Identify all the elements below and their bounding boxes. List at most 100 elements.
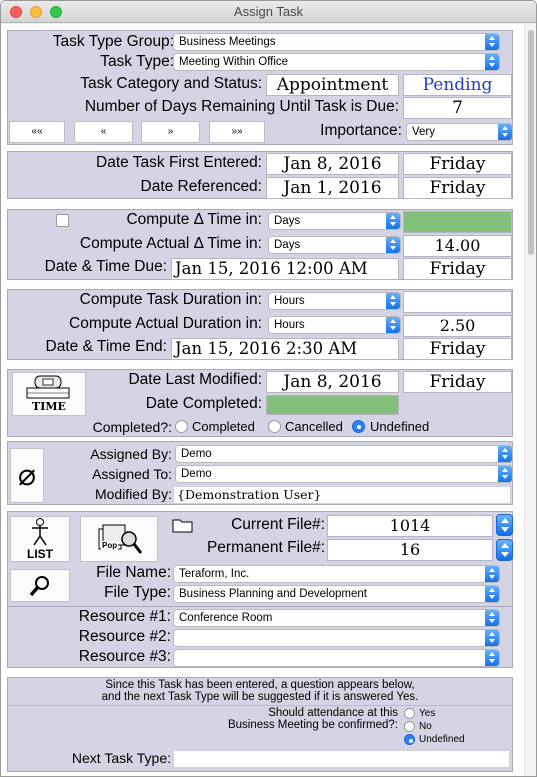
file-type-select[interactable]: Business Planning and Development <box>173 585 500 603</box>
compute-delta-select[interactable]: Days <box>268 212 401 230</box>
compute-delta-checkbox[interactable] <box>56 214 69 227</box>
first-record-button[interactable]: «« <box>9 121 65 143</box>
assigned-to-select[interactable]: Demo <box>175 465 513 483</box>
modified-by-value: {Demonstration User} <box>173 486 511 504</box>
permanent-file-stepper[interactable] <box>496 539 513 561</box>
assigned-to-label: Assigned To: <box>92 466 172 482</box>
next-record-button[interactable]: » <box>141 121 200 143</box>
days-remaining-label: Number of Days Remaining Until Task is D… <box>84 98 399 115</box>
close-button[interactable] <box>10 6 22 18</box>
time-stamp-button[interactable]: TIME <box>12 372 86 416</box>
days-remaining-value: 7 <box>403 97 512 119</box>
importance-value: Very <box>412 126 436 138</box>
followup-divider <box>8 705 512 706</box>
compute-delta-result <box>403 211 512 233</box>
duration-panel: Compute Task Duration in: Hours Compute … <box>7 289 513 360</box>
completed-radio-completed[interactable] <box>175 420 188 433</box>
date-completed-label: Date Completed: <box>145 395 262 412</box>
zoom-button[interactable] <box>50 6 62 18</box>
vertical-scrollbar[interactable] <box>524 24 536 776</box>
task-type-select[interactable]: Meeting Within Office <box>173 53 500 71</box>
pop-search-icon <box>98 524 143 554</box>
null-set-icon: ⌀ <box>17 457 37 493</box>
assigned-by-select[interactable]: Demo <box>175 445 513 463</box>
datetime-due-label: Date & Time Due: <box>44 258 167 275</box>
completed-option-cancelled: Cancelled <box>285 419 343 434</box>
pop-search-button[interactable]: Pop <box>80 516 158 562</box>
importance-select[interactable]: Very <box>406 123 513 141</box>
previous-record-button[interactable]: « <box>74 121 133 143</box>
compute-actual-duration-result: 2.50 <box>403 315 512 337</box>
followup-panel: Since this Task has been entered, a ques… <box>7 677 513 772</box>
due-panel: Compute Δ Time in: Days Compute Actual Δ… <box>7 209 513 280</box>
minimize-button[interactable] <box>30 6 42 18</box>
compute-actual-duration-select[interactable]: Hours <box>268 316 401 334</box>
completed-radio-undefined[interactable] <box>352 420 365 433</box>
confirm-radio-yes[interactable] <box>404 708 415 719</box>
resource-1-value: Conference Room <box>179 612 273 624</box>
category-status-label: Task Category and Status: <box>80 75 262 92</box>
pop-icon-label: Pop <box>101 541 119 550</box>
permanent-file-label: Permanent File#: <box>206 539 325 556</box>
task-type-group-select[interactable]: Business Meetings <box>173 33 500 51</box>
form-content: Task Type Group: Business Meetings Task … <box>1 24 524 776</box>
datetime-end-value[interactable]: Jan 15, 2016 2:30 AM <box>171 338 399 360</box>
magnifier-icon <box>29 575 49 596</box>
completed-option-completed: Completed <box>192 419 255 434</box>
chevron-updown-icon <box>485 630 499 646</box>
followup-question-line-2: Business Meeting be confirmed?: <box>227 719 398 731</box>
last-modified-value: Jan 8, 2016 <box>266 371 399 393</box>
file-search-button[interactable] <box>10 569 70 602</box>
resource-3-select[interactable] <box>173 649 500 667</box>
file-panel: LIST Pop Current File#: 1014 Permanent F… <box>7 511 513 621</box>
resource-1-select[interactable]: Conference Room <box>173 609 500 627</box>
task-type-group-label: Task Type Group: <box>52 33 174 50</box>
list-icon-label: LIST <box>27 547 53 561</box>
current-file-value[interactable]: 1014 <box>327 515 493 537</box>
date-referenced-day: Friday <box>403 177 512 199</box>
last-modified-label: Date Last Modified: <box>128 371 262 388</box>
datetime-due-value[interactable]: Jan 15, 2016 12:00 AM <box>171 258 399 280</box>
date-completed-value[interactable] <box>266 395 399 415</box>
current-file-label: Current File#: <box>231 516 325 533</box>
chevron-updown-icon <box>485 610 499 626</box>
confirm-option-undefined: Undefined <box>419 734 465 745</box>
confirm-radio-undefined[interactable] <box>404 734 415 745</box>
resource-2-select[interactable] <box>173 629 500 647</box>
last-record-button[interactable]: »» <box>209 121 265 143</box>
window-title: Assign Task <box>233 4 304 19</box>
completed-option-undefined: Undefined <box>370 419 430 434</box>
compute-actual-delta-result: 14.00 <box>403 235 512 257</box>
next-task-type-value <box>173 750 510 768</box>
resources-panel: Resource #1: Conference Room Resource #2… <box>7 606 513 668</box>
scrollbar-thumb[interactable] <box>528 30 534 255</box>
task-type-value: Meeting Within Office <box>179 56 289 68</box>
modified-by-label: Modified By: <box>94 486 172 502</box>
confirm-radio-no[interactable] <box>404 721 415 732</box>
clear-assignment-button[interactable]: ⌀ <box>10 448 44 503</box>
datetime-due-day: Friday <box>403 258 512 280</box>
list-button[interactable]: LIST <box>10 516 70 562</box>
dates-panel: Date Task First Entered: Jan 8, 2016 Fri… <box>7 151 513 199</box>
chevron-updown-icon <box>485 566 499 582</box>
compute-duration-select[interactable]: Hours <box>268 292 401 310</box>
completed-radio-cancelled[interactable] <box>268 420 281 433</box>
chevron-updown-icon <box>386 213 400 229</box>
compute-actual-duration-value: Hours <box>274 319 305 331</box>
compute-duration-label: Compute Task Duration in: <box>79 291 262 308</box>
task-type-panel: Task Type Group: Business Meetings Task … <box>7 30 513 145</box>
resource-2-label: Resource #2: <box>78 628 171 645</box>
date-referenced-label: Date Referenced: <box>140 178 263 195</box>
compute-actual-delta-select[interactable]: Days <box>268 236 401 254</box>
title-bar[interactable]: Assign Task <box>1 1 536 23</box>
compute-delta-value: Days <box>274 215 301 227</box>
permanent-file-value[interactable]: 16 <box>327 539 493 561</box>
last-modified-day: Friday <box>403 371 512 393</box>
file-type-value: Business Planning and Development <box>179 588 367 600</box>
first-entered-label: Date Task First Entered: <box>96 154 262 171</box>
assignment-panel: ⌀ Assigned By: Demo Assigned To: Demo Mo… <box>7 441 513 505</box>
compute-duration-value: Hours <box>274 295 305 307</box>
completed-label: Completed?: <box>92 419 172 435</box>
file-name-select[interactable]: Teraform, Inc. <box>173 565 500 583</box>
current-file-stepper[interactable] <box>496 514 513 536</box>
